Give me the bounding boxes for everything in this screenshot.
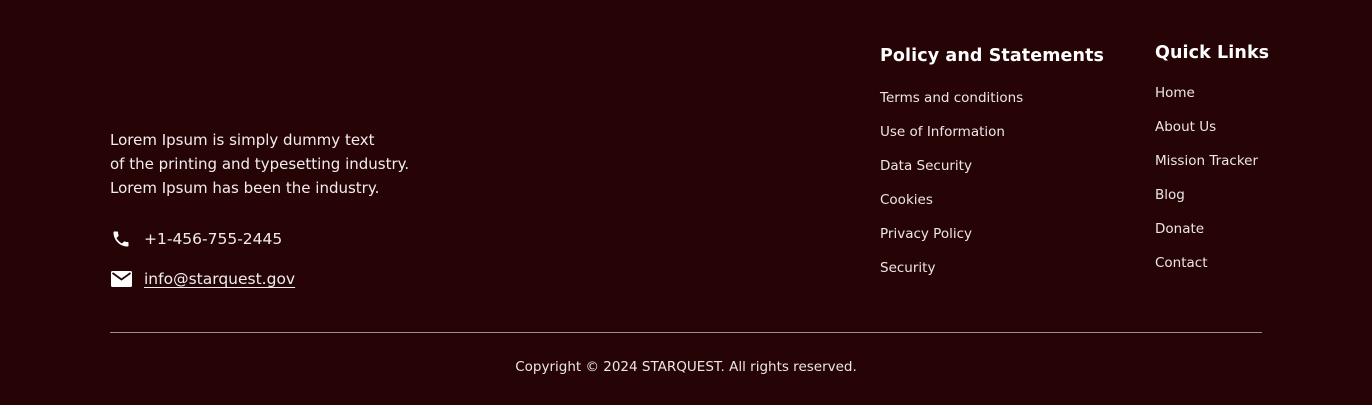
email-link[interactable]: info@starquest.gov <box>144 270 295 288</box>
quick-links-column: Quick Links Home About Us Mission Tracke… <box>1155 43 1269 287</box>
quick-link-blog[interactable]: Blog <box>1155 185 1269 219</box>
about-text-line: of the printing and typesetting industry… <box>110 155 410 173</box>
quick-links-title: Quick Links <box>1155 43 1270 63</box>
quick-link-about[interactable]: About Us <box>1155 117 1269 151</box>
about-text-line: Lorem Ipsum is simply dummy text <box>110 131 375 149</box>
phone-contact[interactable]: +1-456-755-2445 <box>110 228 282 250</box>
quick-link-mission-tracker[interactable]: Mission Tracker <box>1155 151 1269 185</box>
policy-link-use-of-information[interactable]: Use of Information <box>880 122 1104 156</box>
email-contact[interactable]: info@starquest.gov <box>110 268 295 290</box>
site-footer: Lorem Ipsum is simply dummy text of the … <box>0 0 1372 405</box>
footer-divider <box>110 332 1262 333</box>
mail-icon <box>110 268 132 290</box>
footer-about: Lorem Ipsum is simply dummy text of the … <box>110 128 470 200</box>
quick-link-donate[interactable]: Donate <box>1155 219 1269 253</box>
policy-link-terms[interactable]: Terms and conditions <box>880 88 1104 122</box>
policy-column: Policy and Statements Terms and conditio… <box>880 46 1104 292</box>
phone-icon <box>110 228 132 250</box>
policy-links: Terms and conditions Use of Information … <box>880 88 1104 292</box>
quick-links: Home About Us Mission Tracker Blog Donat… <box>1155 83 1269 287</box>
policy-link-data-security[interactable]: Data Security <box>880 156 1104 190</box>
policy-link-cookies[interactable]: Cookies <box>880 190 1104 224</box>
phone-number[interactable]: +1-456-755-2445 <box>144 230 282 248</box>
policy-link-privacy[interactable]: Privacy Policy <box>880 224 1104 258</box>
about-text-line: Lorem Ipsum has been the industry. <box>110 179 380 197</box>
quick-link-contact[interactable]: Contact <box>1155 253 1269 287</box>
quick-link-home[interactable]: Home <box>1155 83 1269 117</box>
copyright-text: Copyright © 2024 STARQUEST. All rights r… <box>515 359 857 375</box>
policy-link-security[interactable]: Security <box>880 258 1104 292</box>
policy-title: Policy and Statements <box>880 46 1105 66</box>
